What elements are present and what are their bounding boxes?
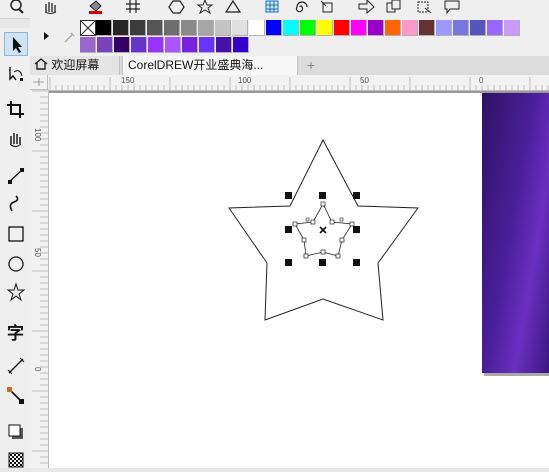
purple-gradient-rectangle[interactable]: [482, 93, 549, 373]
rotation-center-icon[interactable]: [319, 226, 327, 234]
canvas-drawing: [228, 138, 419, 321]
